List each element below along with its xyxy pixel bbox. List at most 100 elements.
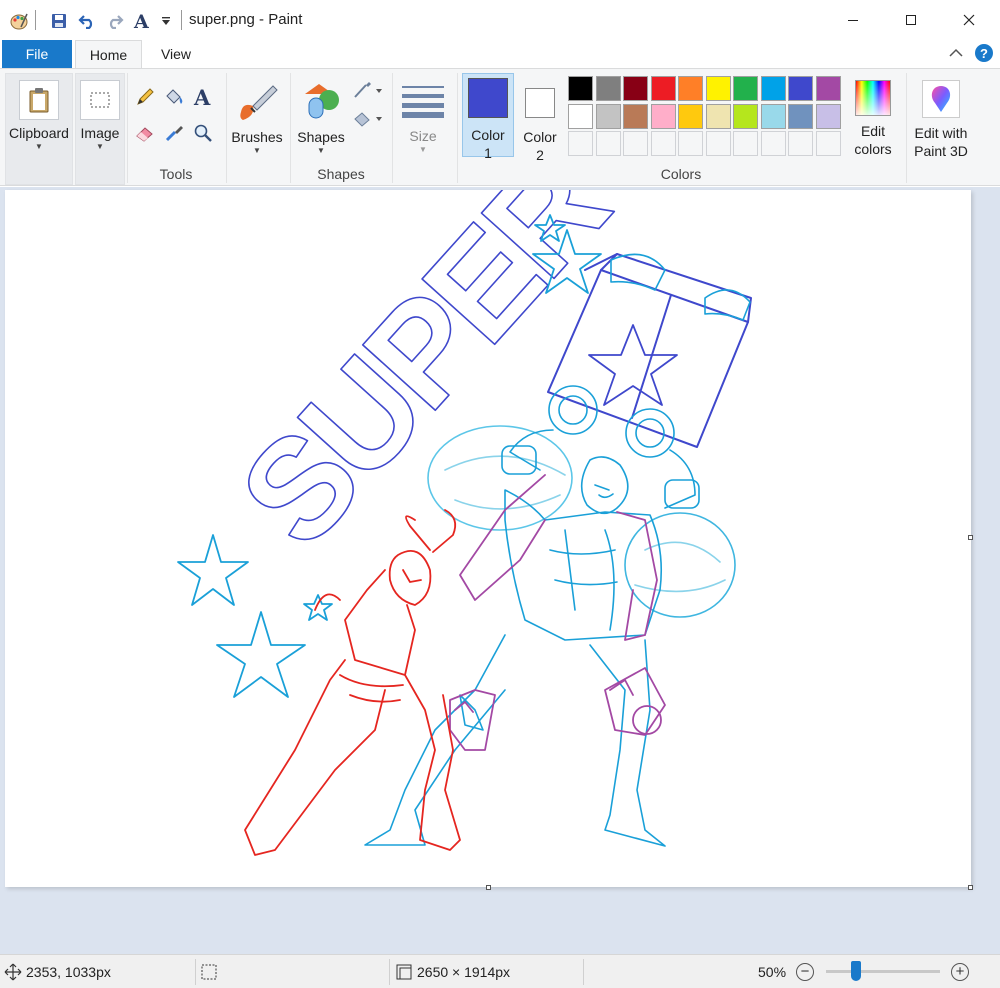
palette-swatch[interactable] xyxy=(705,76,731,101)
palette-swatch[interactable] xyxy=(788,76,813,101)
customize-quick-access-icon[interactable] xyxy=(155,10,177,32)
tab-file[interactable]: File xyxy=(2,40,72,68)
resize-handle-bottom[interactable] xyxy=(486,885,491,890)
brushes-button[interactable]: Brushes ▼ xyxy=(229,73,285,167)
color-picker-icon[interactable] xyxy=(162,121,186,145)
zoom-slider-thumb[interactable] xyxy=(851,961,862,981)
save-icon[interactable] xyxy=(48,10,70,32)
group-separator xyxy=(457,73,458,183)
ribbon: Clipboard ▼ Image ▼ A Tools Brushes ▼ Sh… xyxy=(0,68,1000,186)
edit-colors-icon xyxy=(855,80,891,116)
size-icon xyxy=(402,84,444,121)
color1-label-line1: Color xyxy=(471,127,505,143)
woman-figure xyxy=(244,509,461,856)
paint-app-icon xyxy=(8,10,30,32)
palette-swatch[interactable] xyxy=(568,103,593,129)
custom-color-slot[interactable] xyxy=(650,131,676,156)
text-quick-icon[interactable]: A xyxy=(131,10,153,32)
palette-swatch[interactable] xyxy=(595,76,621,101)
color1-button[interactable]: Color 1 xyxy=(462,73,514,161)
palette-swatch[interactable] xyxy=(733,76,758,101)
image-button[interactable]: Image ▼ xyxy=(75,73,125,185)
palette-swatch[interactable] xyxy=(650,103,676,129)
title-bar: A super.png - Paint xyxy=(0,0,1000,40)
svg-text:A: A xyxy=(193,86,211,108)
title-separator xyxy=(181,10,182,30)
palette-swatch[interactable] xyxy=(705,103,731,129)
color2-label-line2: 2 xyxy=(536,147,544,163)
svg-text:A: A xyxy=(133,11,149,31)
palette-swatch[interactable] xyxy=(568,76,593,101)
zoom-out-button[interactable]: − xyxy=(796,963,814,981)
palette-swatch[interactable] xyxy=(788,103,813,129)
palette-swatch[interactable] xyxy=(623,103,648,129)
palette-swatch[interactable] xyxy=(815,103,841,129)
resize-handle-right[interactable] xyxy=(968,535,973,540)
collapse-ribbon-icon[interactable] xyxy=(948,46,964,62)
redo-icon[interactable] xyxy=(104,10,126,32)
close-button[interactable] xyxy=(940,0,998,40)
palette-swatch[interactable] xyxy=(650,76,676,101)
image-size: 2650 × 1914px xyxy=(417,964,511,980)
palette-swatch[interactable] xyxy=(733,103,758,129)
tab-home[interactable]: Home xyxy=(75,40,142,69)
custom-color-slot[interactable] xyxy=(733,131,758,156)
clipboard-button[interactable]: Clipboard ▼ xyxy=(5,73,73,185)
status-separator xyxy=(389,959,390,985)
cursor-position: 2353, 1033px xyxy=(26,964,111,980)
tab-view[interactable]: View xyxy=(145,40,207,68)
palette-swatch[interactable] xyxy=(760,76,786,101)
edit-colors-button[interactable]: Edit colors xyxy=(846,73,900,167)
edit-with-paint3d-button[interactable]: Edit with Paint 3D xyxy=(910,73,972,167)
palette-swatch[interactable] xyxy=(678,103,703,129)
maximize-button[interactable] xyxy=(882,0,940,40)
custom-color-slot[interactable] xyxy=(678,131,703,156)
status-separator xyxy=(583,959,584,985)
outline-icon[interactable] xyxy=(351,79,383,103)
custom-color-slot[interactable] xyxy=(815,131,841,156)
image-dropdown-icon: ▼ xyxy=(96,142,104,151)
edit-colors-label-line1: Edit xyxy=(860,123,886,139)
custom-color-slot[interactable] xyxy=(760,131,786,156)
text-icon[interactable]: A xyxy=(191,85,215,109)
color2-button[interactable]: Color 2 xyxy=(516,73,564,163)
palette-swatch[interactable] xyxy=(623,76,648,101)
fill-bucket-icon[interactable] xyxy=(162,85,186,109)
palette-swatch[interactable] xyxy=(760,103,786,129)
paint3d-label-line1: Edit with xyxy=(914,125,968,141)
group-separator xyxy=(290,73,291,183)
canvas-workspace[interactable]: SUPER xyxy=(0,187,1000,954)
pencil-icon[interactable] xyxy=(133,85,157,109)
brushes-dropdown-icon: ▼ xyxy=(253,146,261,155)
help-icon[interactable]: ? xyxy=(974,43,994,66)
palette-swatch[interactable] xyxy=(815,76,841,101)
shapes-button[interactable]: Shapes ▼ xyxy=(293,73,349,167)
custom-color-slot[interactable] xyxy=(568,131,593,156)
boulders xyxy=(427,425,736,618)
palette-swatch[interactable] xyxy=(678,76,703,101)
custom-color-slot[interactable] xyxy=(705,131,731,156)
palette-swatch[interactable] xyxy=(595,103,621,129)
canvas-drawing: SUPER xyxy=(177,187,752,856)
image-label: Image xyxy=(80,125,120,141)
custom-color-slot[interactable] xyxy=(623,131,648,156)
resize-handle-corner[interactable] xyxy=(968,885,973,890)
custom-color-slot[interactable] xyxy=(595,131,621,156)
clipboard-label: Clipboard xyxy=(9,125,69,141)
fill-icon[interactable] xyxy=(351,107,383,131)
minimize-button[interactable] xyxy=(824,0,882,40)
undo-icon[interactable] xyxy=(76,10,98,32)
size-dropdown-icon: ▼ xyxy=(419,145,427,154)
cursor-position-icon xyxy=(4,963,22,984)
magnifier-icon[interactable] xyxy=(191,121,215,145)
clipboard-dropdown-icon: ▼ xyxy=(35,142,43,151)
size-button[interactable]: Size ▼ xyxy=(396,73,450,167)
drawing-canvas[interactable]: SUPER xyxy=(5,187,971,887)
clipboard-icon xyxy=(19,80,59,120)
eraser-icon[interactable] xyxy=(133,121,157,145)
custom-color-slot[interactable] xyxy=(788,131,813,156)
zoom-in-button[interactable]: + xyxy=(951,963,969,981)
zoom-slider-track[interactable] xyxy=(826,970,940,973)
svg-text:?: ? xyxy=(980,46,988,61)
colors-group-label: Colors xyxy=(660,166,702,182)
